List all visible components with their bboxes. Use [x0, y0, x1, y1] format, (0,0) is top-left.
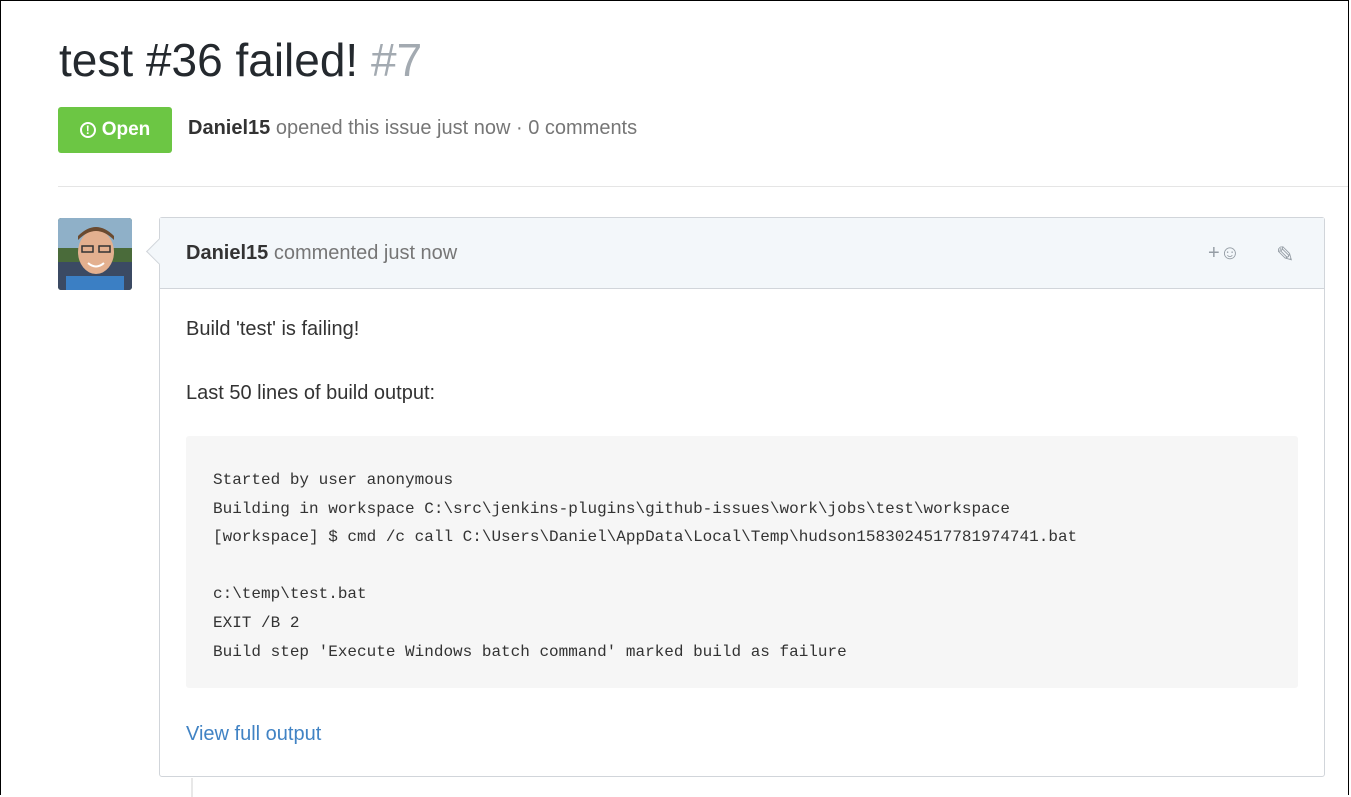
status-badge-label: Open [101, 119, 151, 140]
code-block: Started by user anonymous Building in wo… [186, 436, 1298, 688]
smiley-icon: ☺ [1219, 242, 1241, 264]
add-reaction-plus: + [1208, 242, 1220, 264]
issue-title: test #36 failed! #7 [59, 30, 422, 90]
comment-line-1: Build 'test' is failing! [186, 318, 360, 340]
comment-box: Daniel15 commented just now +☺ ✎ Build '… [146, 217, 1325, 777]
issue-number: #7 [370, 34, 423, 86]
timeline-line [191, 778, 193, 797]
divider [58, 186, 1348, 187]
status-badge: ! Open [58, 107, 172, 153]
view-full-output-link[interactable]: View full output [186, 723, 321, 746]
comment-line-2: Last 50 lines of build output: [186, 382, 436, 404]
add-reaction-button[interactable]: +☺ [1208, 242, 1240, 265]
comment-author-link[interactable]: Daniel15 [186, 242, 268, 264]
issue-author-link[interactable]: Daniel15 [188, 117, 270, 139]
comment-header-text: Daniel15 commented just now [186, 242, 457, 265]
issue-opened-icon: ! [79, 122, 96, 138]
issue-meta-text: opened this issue just now · 0 comments [275, 117, 638, 139]
avatar-image [58, 218, 132, 290]
issue-meta: Daniel15 opened this issue just now · 0 … [188, 117, 637, 140]
comment-time[interactable]: commented just now [274, 242, 457, 264]
pencil-icon[interactable]: ✎ [1276, 242, 1294, 268]
issue-title-text: test #36 failed! [59, 34, 359, 86]
comment-header: Daniel15 commented just now +☺ ✎ [160, 218, 1324, 289]
avatar[interactable] [58, 218, 132, 290]
